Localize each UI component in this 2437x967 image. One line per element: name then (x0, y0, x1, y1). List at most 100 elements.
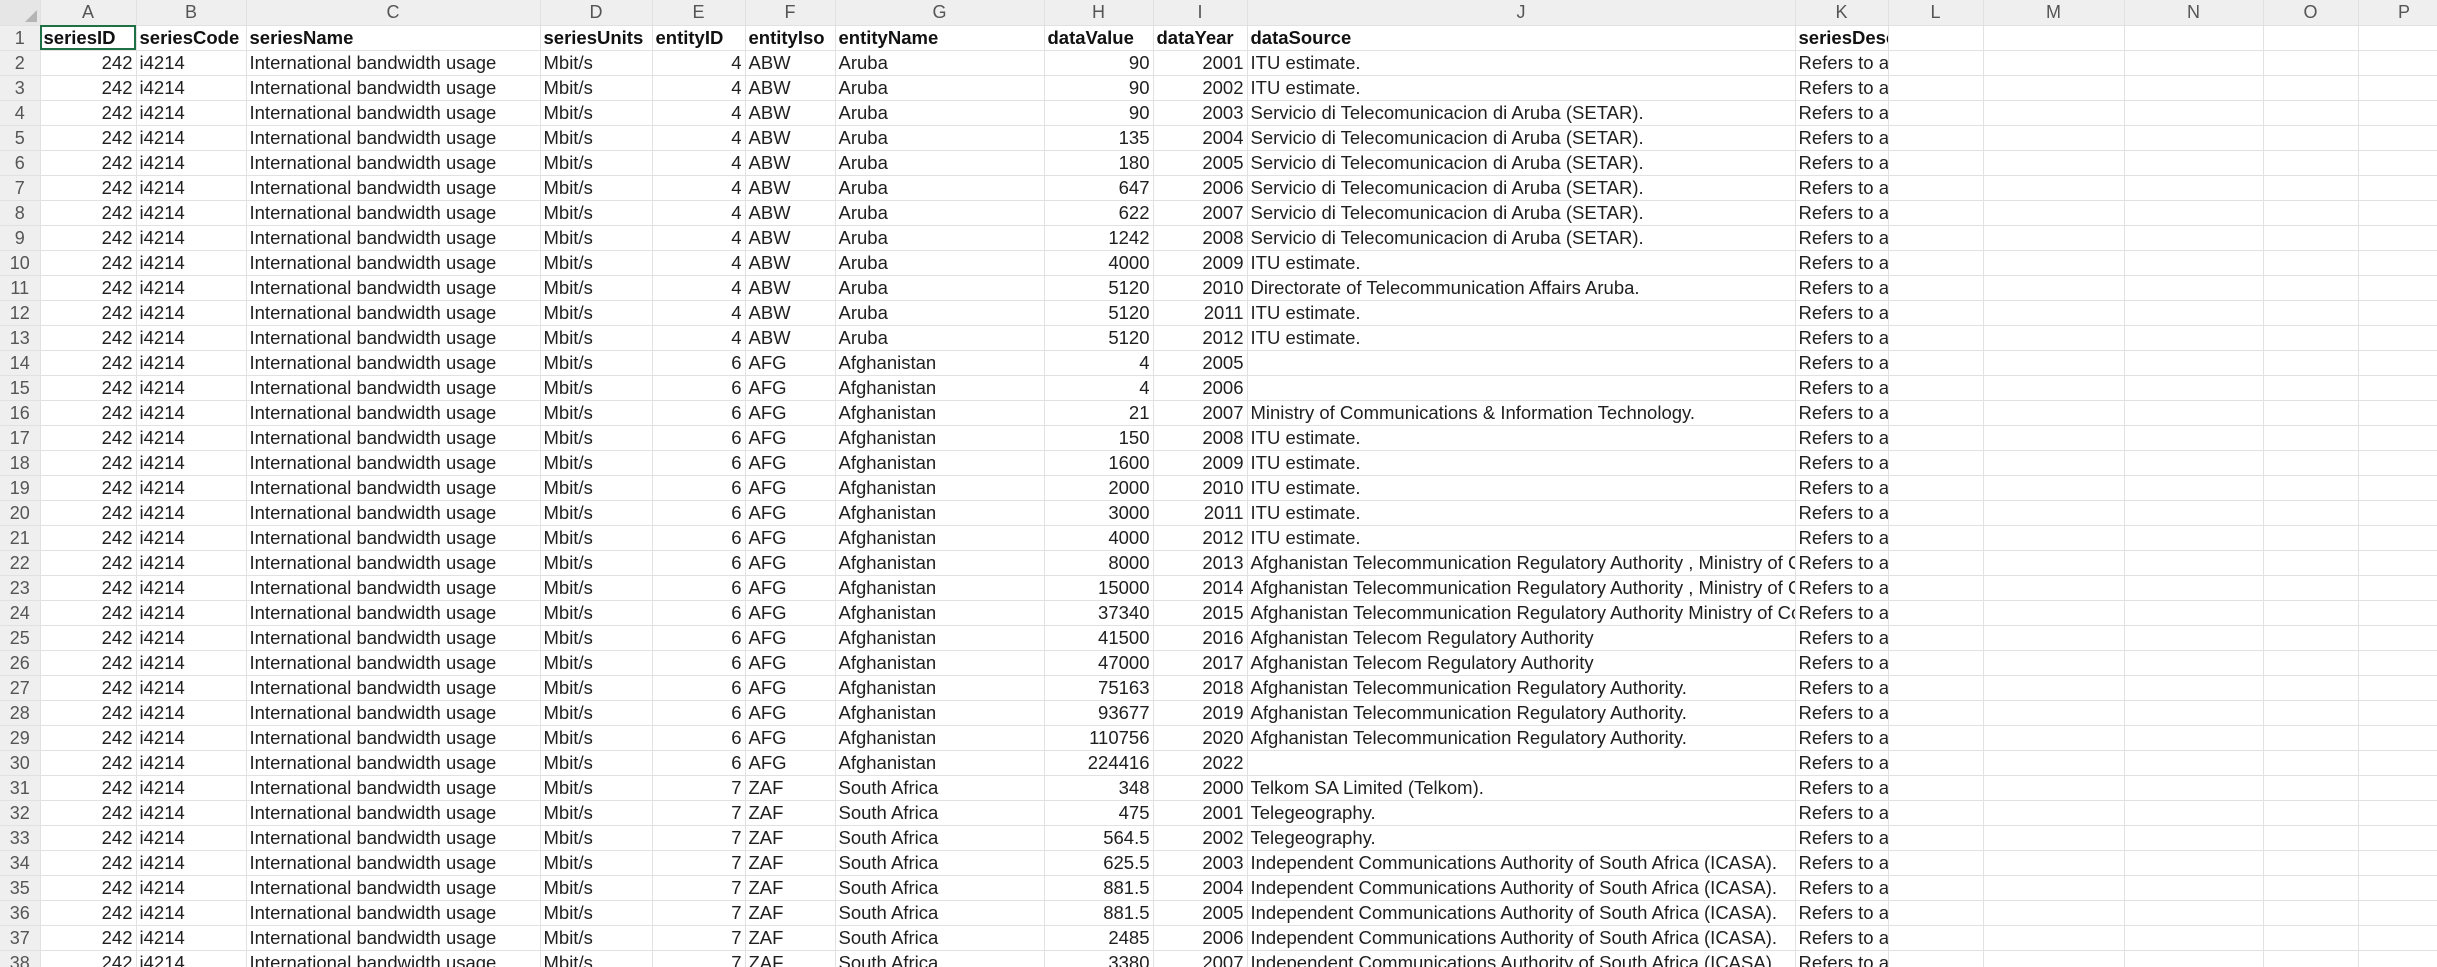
cell[interactable] (2358, 525, 2437, 551)
cell[interactable]: 2005 (1153, 900, 1248, 926)
cell[interactable] (1888, 900, 1984, 926)
cell[interactable]: Afghanistan (835, 675, 1045, 701)
cell[interactable] (1983, 950, 2125, 967)
cell-series-description[interactable]: Refers to average usage of all internati… (1795, 750, 1889, 776)
cell[interactable]: i4214 (136, 825, 247, 851)
cell[interactable]: 2004 (1153, 125, 1248, 151)
cell[interactable]: 242 (40, 300, 137, 326)
cell[interactable]: AFG (745, 500, 836, 526)
cell[interactable]: Mbit/s (540, 625, 653, 651)
cell[interactable] (1983, 925, 2125, 951)
cell[interactable] (2358, 750, 2437, 776)
cell[interactable]: Telegeography. (1247, 800, 1796, 826)
cell[interactable]: International bandwidth usage (246, 375, 541, 401)
cell[interactable] (2263, 650, 2359, 676)
cell[interactable]: Afghanistan (835, 575, 1045, 601)
cell[interactable]: 242 (40, 475, 137, 501)
cell[interactable] (1983, 475, 2125, 501)
cell[interactable]: Mbit/s (540, 75, 653, 101)
row-header[interactable]: 30 (0, 750, 41, 776)
row-header[interactable]: 16 (0, 400, 41, 426)
cell[interactable]: i4214 (136, 675, 247, 701)
cell[interactable]: 180 (1044, 150, 1154, 176)
row-header[interactable]: 29 (0, 725, 41, 751)
cell[interactable]: ZAF (745, 925, 836, 951)
cell[interactable]: Aruba (835, 100, 1045, 126)
cell[interactable]: ZAF (745, 900, 836, 926)
cell[interactable]: 4 (652, 100, 746, 126)
cell[interactable]: Aruba (835, 75, 1045, 101)
cell[interactable]: 242 (40, 900, 137, 926)
cell[interactable]: dataYear (1153, 25, 1248, 51)
cell[interactable]: i4214 (136, 775, 247, 801)
cell[interactable]: International bandwidth usage (246, 675, 541, 701)
cell[interactable]: Afghanistan (835, 425, 1045, 451)
cell[interactable] (2263, 525, 2359, 551)
cell[interactable] (1888, 800, 1984, 826)
cell[interactable]: Afghanistan (835, 400, 1045, 426)
column-header[interactable]: H (1044, 0, 1154, 26)
cell[interactable]: i4214 (136, 50, 247, 76)
cell[interactable] (2263, 750, 2359, 776)
cell-series-description[interactable]: Refers to average usage of all internati… (1795, 525, 1889, 551)
cell[interactable]: 242 (40, 725, 137, 751)
row-header[interactable]: 5 (0, 125, 41, 151)
cell[interactable]: ABW (745, 300, 836, 326)
row-header[interactable]: 32 (0, 800, 41, 826)
cell[interactable]: 5120 (1044, 325, 1154, 351)
cell[interactable]: 15000 (1044, 575, 1154, 601)
cell[interactable]: 242 (40, 150, 137, 176)
cell[interactable] (1888, 475, 1984, 501)
cell[interactable]: International bandwidth usage (246, 800, 541, 826)
cell[interactable]: entityIso (745, 25, 836, 51)
cell[interactable]: 647 (1044, 175, 1154, 201)
cell[interactable]: International bandwidth usage (246, 275, 541, 301)
cell[interactable]: ITU estimate. (1247, 525, 1796, 551)
cell[interactable] (2263, 25, 2359, 51)
cell[interactable]: 2485 (1044, 925, 1154, 951)
cell[interactable]: 6 (652, 400, 746, 426)
cell[interactable]: Aruba (835, 325, 1045, 351)
cell[interactable]: International bandwidth usage (246, 600, 541, 626)
cell[interactable]: 2022 (1153, 750, 1248, 776)
cell[interactable] (1983, 525, 2125, 551)
cell[interactable]: 4 (652, 175, 746, 201)
cell[interactable] (2263, 150, 2359, 176)
cell[interactable]: International bandwidth usage (246, 700, 541, 726)
cell[interactable]: 622 (1044, 200, 1154, 226)
cell[interactable]: 2003 (1153, 850, 1248, 876)
cell[interactable]: 242 (40, 925, 137, 951)
cell[interactable] (1888, 325, 1984, 351)
cell[interactable]: 5120 (1044, 275, 1154, 301)
cell[interactable] (2358, 150, 2437, 176)
cell[interactable]: 242 (40, 375, 137, 401)
cell[interactable]: Aruba (835, 175, 1045, 201)
cell-series-description[interactable]: Refers to average usage of all internati… (1795, 225, 1889, 251)
column-header[interactable]: E (652, 0, 746, 26)
cell[interactable]: 4 (652, 75, 746, 101)
cell[interactable]: Servicio di Telecomunicacion di Aruba (S… (1247, 100, 1796, 126)
cell[interactable]: 242 (40, 400, 137, 426)
cell[interactable]: ITU estimate. (1247, 500, 1796, 526)
cell[interactable] (1888, 725, 1984, 751)
cell[interactable] (1983, 450, 2125, 476)
row-header[interactable]: 35 (0, 875, 41, 901)
cell[interactable] (2263, 450, 2359, 476)
cell[interactable]: 6 (652, 500, 746, 526)
cell[interactable]: seriesDescription (1795, 25, 1889, 51)
cell[interactable]: 6 (652, 625, 746, 651)
cell[interactable] (1888, 750, 1984, 776)
cell[interactable]: 242 (40, 250, 137, 276)
cell[interactable] (2358, 725, 2437, 751)
cell[interactable]: 6 (652, 600, 746, 626)
cell[interactable] (2124, 825, 2264, 851)
cell-series-description[interactable]: Refers to average usage of all internati… (1795, 50, 1889, 76)
cell[interactable] (2358, 550, 2437, 576)
row-header[interactable]: 1 (0, 25, 41, 51)
cell[interactable] (1983, 375, 2125, 401)
cell[interactable] (2124, 525, 2264, 551)
column-header[interactable]: M (1983, 0, 2125, 26)
cell[interactable]: Independent Communications Authority of … (1247, 950, 1796, 967)
row-header[interactable]: 24 (0, 600, 41, 626)
row-header[interactable]: 13 (0, 325, 41, 351)
